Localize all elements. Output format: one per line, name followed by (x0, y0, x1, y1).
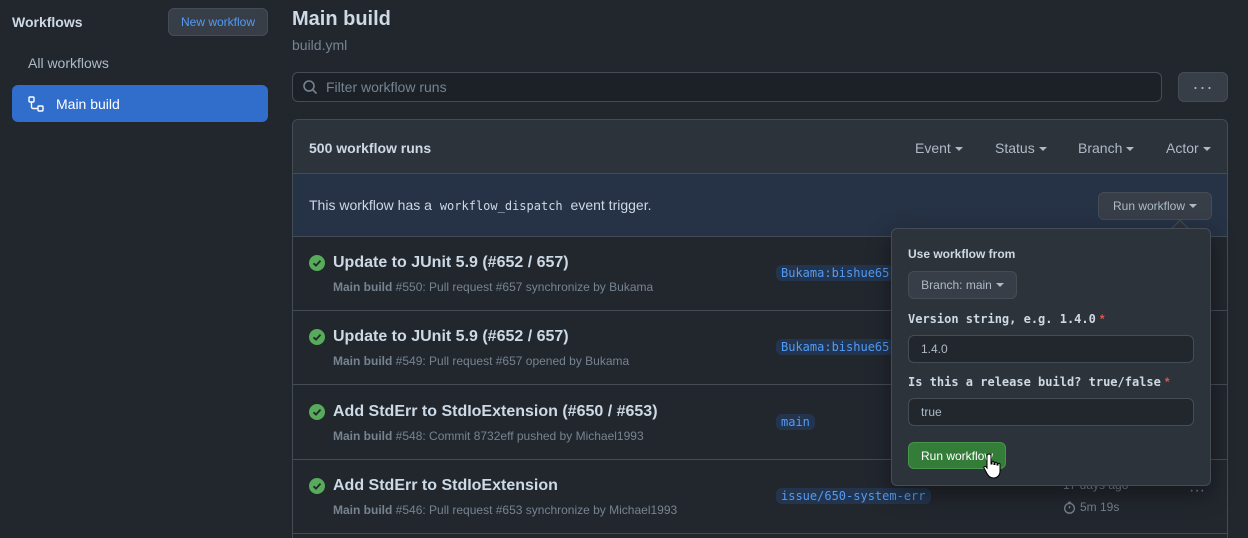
run-meta: Main build #549: Pull request #657 opene… (333, 354, 629, 368)
workflow-icon (28, 95, 44, 112)
check-circle-icon (309, 404, 325, 420)
check-circle-icon (309, 329, 325, 345)
release-label-text: Is this a release build? true/false (908, 375, 1161, 389)
check-circle-icon (309, 255, 325, 271)
branch-filter[interactable]: Branch (1078, 140, 1135, 156)
run-workflow-popup: Use workflow from Branch: main Version s… (891, 228, 1211, 486)
search-icon (303, 80, 318, 95)
run-detail: #546: Pull request #653 synchronize by M… (395, 503, 678, 517)
run-detail: #550: Pull request #657 synchronize by B… (395, 280, 654, 294)
branch-label[interactable]: Bukama:bishue65 (776, 339, 895, 355)
caret-down-icon (1126, 147, 1135, 152)
sidebar-title: Workflows (12, 14, 83, 30)
required-mark: * (1099, 312, 1105, 326)
caret-down-icon (1202, 147, 1211, 152)
release-input[interactable] (908, 398, 1194, 426)
run-title[interactable]: Add StdErr to StdIoExtension (#650 / #65… (333, 403, 658, 421)
page-title: Main build (292, 8, 391, 30)
version-input[interactable] (908, 335, 1194, 363)
branch-label[interactable]: issue/650-system-err (776, 488, 931, 504)
run-title[interactable]: Add StdErr to StdIoExtension (333, 477, 558, 495)
dispatch-text: This workflow has a workflow_dispatch ev… (309, 197, 651, 213)
sidebar-item-all-workflows[interactable]: All workflows (28, 55, 109, 71)
run-workflow-name: Main build (333, 354, 393, 368)
run-detail: #549: Pull request #657 opened by Bukama (395, 354, 630, 368)
filter-input[interactable] (326, 79, 1126, 95)
sidebar-item-label: Main build (56, 95, 120, 112)
status-filter[interactable]: Status (995, 140, 1047, 156)
event-filter-label: Event (915, 140, 951, 156)
new-workflow-button[interactable]: New workflow (168, 8, 268, 36)
branch-label[interactable]: Bukama:bishue65 (776, 265, 895, 281)
run-meta: Main build #550: Pull request #657 synch… (333, 280, 653, 294)
branch-filter-label: Branch (1078, 140, 1123, 156)
caret-down-icon (995, 283, 1004, 287)
hand-cursor-icon (983, 453, 1001, 479)
filter-bar[interactable] (292, 72, 1162, 102)
run-meta: Main build #546: Pull request #653 synch… (333, 503, 677, 517)
version-label-text: Version string, e.g. 1.4.0 (908, 312, 1096, 326)
run-workflow-name: Main build (333, 429, 393, 443)
caret-down-icon (954, 147, 963, 152)
runs-header: 500 workflow runs Event Status Branch Ac… (293, 120, 1227, 174)
actor-filter-label: Actor (1166, 140, 1199, 156)
caret-down-icon (1038, 147, 1047, 152)
caret-down-icon (1189, 204, 1198, 208)
version-field-label: Version string, e.g. 1.4.0 * (908, 312, 1105, 326)
status-filter-label: Status (995, 140, 1035, 156)
run-title[interactable]: Update to JUnit 5.9 (#652 / 657) (333, 254, 569, 272)
dispatch-code: workflow_dispatch (439, 199, 563, 213)
branch-select-label: Branch: main (921, 278, 992, 292)
event-filter[interactable]: Event (915, 140, 963, 156)
workflow-file-link[interactable]: build.yml (292, 37, 347, 53)
actor-filter[interactable]: Actor (1166, 140, 1211, 156)
dispatch-prefix: This workflow has a (309, 197, 432, 213)
use-workflow-from-label: Use workflow from (908, 247, 1016, 261)
runs-count: 500 workflow runs (309, 140, 432, 156)
run-workflow-label: Run workflow (1112, 199, 1186, 213)
stopwatch-icon (1063, 501, 1076, 514)
run-title[interactable]: Update to JUnit 5.9 (#652 / 657) (333, 328, 569, 346)
run-workflow-name: Main build (333, 280, 393, 294)
dispatch-suffix: event trigger. (570, 197, 652, 213)
more-options-button[interactable]: ··· (1178, 72, 1228, 102)
sidebar-item-main-build[interactable]: Main build (12, 85, 268, 122)
branch-select-button[interactable]: Branch: main (908, 271, 1017, 299)
run-workflow-dropdown-button[interactable]: Run workflow (1098, 192, 1212, 220)
run-duration: 5m 19s (1063, 500, 1119, 514)
release-field-label: Is this a release build? true/false * (908, 375, 1170, 389)
run-duration-text: 5m 19s (1080, 500, 1120, 514)
branch-label[interactable]: main (776, 414, 815, 430)
run-workflow-name: Main build (333, 503, 393, 517)
run-meta: Main build #548: Commit 8732eff pushed b… (333, 429, 644, 443)
run-detail: #548: Commit 8732eff pushed by Michael19… (395, 429, 644, 443)
required-mark: * (1164, 375, 1170, 389)
check-circle-icon (309, 478, 325, 494)
